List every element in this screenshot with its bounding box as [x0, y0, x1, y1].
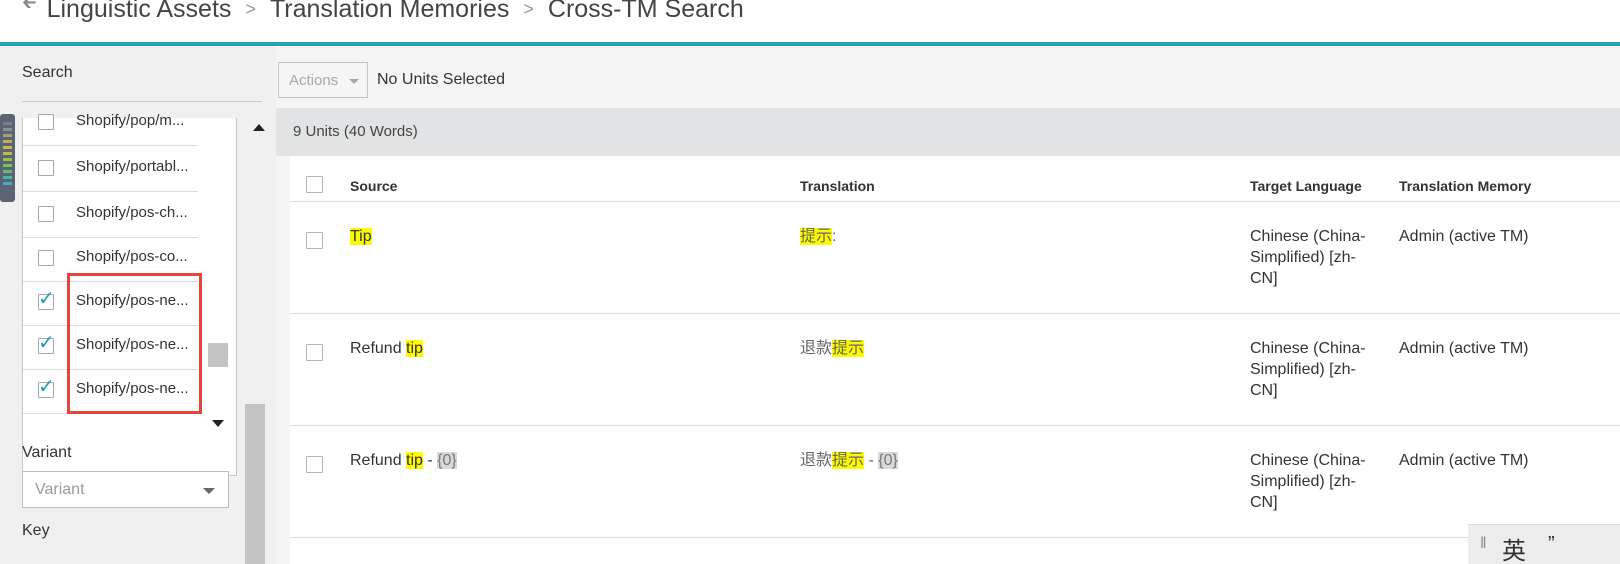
key-label: Key	[22, 522, 50, 539]
list-item-label: Shopify/pos-ch...	[76, 204, 188, 221]
breadcrumb-translation-memories[interactable]: Translation Memories	[270, 0, 509, 24]
table-row[interactable]: Refund tip - {0} 退款提示 - {0} Chinese (Chi…	[290, 426, 1620, 538]
list-item[interactable]: Shopify/pos-ch...	[23, 192, 198, 238]
translation-cell: 提示:	[800, 228, 837, 245]
column-header-translation[interactable]: Translation	[800, 178, 875, 194]
source-cell: Refund tip	[350, 340, 423, 357]
scroll-up-arrow-icon[interactable]	[253, 124, 265, 131]
translation-memory-cell: Admin (active TM)	[1399, 340, 1529, 357]
checkbox[interactable]	[38, 206, 54, 222]
search-label: Search	[22, 64, 73, 81]
chevron-down-icon	[203, 488, 215, 494]
list-item-label: Shopify/portabl...	[76, 158, 189, 175]
app-header: 🡰 Linguistic Assets > Translation Memori…	[0, 0, 1620, 42]
row-checkbox[interactable]	[306, 344, 323, 361]
scroll-down-arrow-icon[interactable]	[212, 420, 224, 427]
select-all-checkbox[interactable]	[306, 176, 323, 193]
breadcrumb-separator-icon: >	[245, 0, 256, 19]
checkmark-icon: ✓	[38, 332, 55, 354]
checkmark-icon: ✓	[38, 376, 55, 398]
placeholder-tag: {0}	[878, 452, 898, 469]
placeholder-tag: {0}	[437, 452, 457, 469]
drag-handle-icon[interactable]: ‖	[1480, 535, 1487, 553]
list-scrollbar-thumb[interactable]	[208, 343, 228, 367]
column-header-target-language[interactable]: Target Language	[1250, 178, 1362, 194]
target-language-cell: Chinese (China-Simplified) [zh-CN]	[1250, 340, 1366, 399]
checkmark-icon: ✓	[38, 288, 55, 310]
search-input-underline[interactable]	[22, 101, 262, 102]
sidebar-scrollbar-thumb[interactable]	[245, 404, 265, 564]
source-cell: Refund tip - {0}	[350, 452, 457, 469]
level-meter-widget	[0, 114, 15, 202]
translation-memory-cell: Admin (active TM)	[1399, 452, 1529, 469]
search-highlight: tip	[406, 452, 423, 469]
results-table: Source Translation Target Language Trans…	[290, 156, 1620, 564]
ime-toolbar: ‖ 英 ”	[1468, 524, 1620, 564]
translation-cell: 退款提示	[800, 340, 865, 357]
variant-label: Variant	[22, 444, 72, 461]
search-highlight: Tip	[350, 228, 372, 245]
checkbox[interactable]	[38, 160, 54, 176]
actions-label: Actions	[289, 72, 339, 89]
variant-placeholder: Variant	[35, 481, 85, 498]
row-checkbox[interactable]	[306, 456, 323, 473]
column-header-source[interactable]: Source	[350, 178, 397, 194]
row-checkbox[interactable]	[306, 232, 323, 249]
variant-select[interactable]: Variant	[22, 471, 229, 508]
target-language-cell: Chinese (China-Simplified) [zh-CN]	[1250, 452, 1366, 511]
column-header-translation-memory[interactable]: Translation Memory	[1399, 178, 1531, 194]
search-highlight: 提示	[832, 340, 865, 357]
list-item[interactable]: Shopify/pop/m...	[23, 112, 198, 146]
checkbox[interactable]	[38, 114, 54, 130]
target-language-cell: Chinese (China-Simplified) [zh-CN]	[1250, 228, 1366, 287]
breadcrumb-cross-tm-search: Cross-TM Search	[547, 0, 744, 23]
list-item[interactable]: Shopify/portabl...	[23, 146, 198, 192]
translation-cell: 退款提示 - {0}	[800, 452, 898, 469]
list-item-label: Shopify/pos-co...	[76, 248, 188, 265]
table-row[interactable]: Tip 提示: Chinese (China-Simplified) [zh-C…	[290, 202, 1620, 314]
selection-highlight-box	[67, 273, 202, 414]
punctuation-mode-icon[interactable]: ”	[1548, 533, 1555, 556]
translation-memory-cell: Admin (active TM)	[1399, 228, 1529, 245]
search-highlight: 提示	[800, 228, 833, 245]
breadcrumb-linguistic-assets[interactable]: Linguistic Assets	[47, 0, 232, 24]
selection-status: No Units Selected	[377, 71, 506, 88]
actions-dropdown-button[interactable]: Actions	[278, 62, 368, 98]
table-row[interactable]: Refund tip 退款提示 Chinese (China-Simplifie…	[290, 314, 1620, 426]
breadcrumb-separator-icon: >	[523, 0, 534, 19]
results-summary-bar: 9 Units (40 Words)	[276, 108, 1620, 156]
checkbox[interactable]	[38, 250, 54, 266]
source-cell: Tip	[350, 226, 372, 247]
search-highlight: 提示	[832, 452, 865, 469]
input-method-icon[interactable]: 英	[1502, 531, 1526, 564]
search-highlight: tip	[406, 340, 423, 357]
chevron-down-icon	[349, 79, 359, 84]
list-item-label: Shopify/pop/m...	[76, 112, 185, 129]
results-count: 9 Units (40 Words)	[293, 123, 418, 140]
back-arrow-icon[interactable]: 🡰	[22, 0, 37, 20]
breadcrumb: 🡰 Linguistic Assets > Translation Memori…	[22, 0, 744, 24]
